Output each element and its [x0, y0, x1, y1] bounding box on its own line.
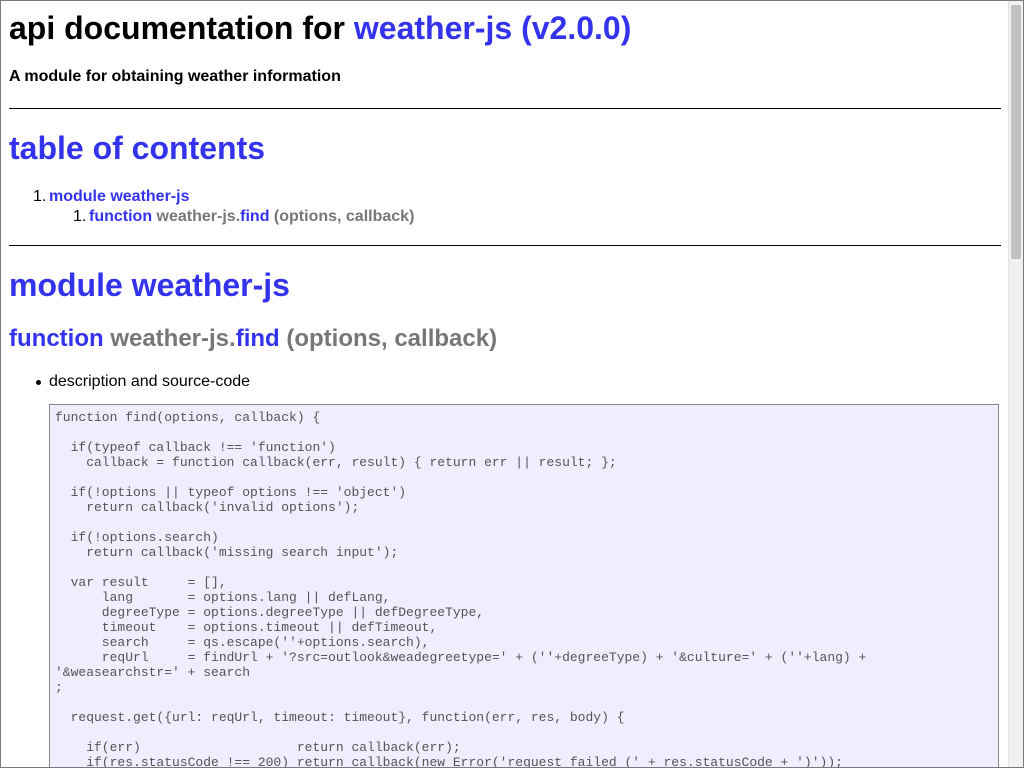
function-name-link[interactable]: find: [236, 325, 280, 352]
toc-function-owner: weather-js.: [156, 208, 241, 225]
function-details-list: description and source-code: [9, 373, 250, 391]
toc-sublist: 1. function weather-js.find (options, ca…: [49, 207, 414, 227]
page-content: api documentation for weather-js (v2.0.0…: [9, 1, 1001, 767]
function-args: (options, callback): [286, 325, 498, 352]
vertical-scrollbar[interactable]: [1008, 1, 1023, 767]
toc-link-function-find[interactable]: function weather-js.find (options, callb…: [89, 208, 414, 225]
source-code-block[interactable]: function find(options, callback) { if(ty…: [49, 404, 999, 767]
source-code: function find(options, callback) { if(ty…: [55, 410, 867, 767]
divider-1: [9, 108, 1001, 109]
bullet-icon: [36, 380, 41, 385]
toc-function-name: find: [240, 208, 270, 225]
toc-link-module-weather-js[interactable]: module weather-js: [49, 188, 189, 205]
module-heading: module weather-js: [9, 267, 290, 303]
function-keyword-link[interactable]: function: [9, 325, 104, 352]
toc-item-number: 1.: [33, 188, 47, 205]
page-title: api documentation for weather-js (v2.0.0…: [9, 9, 631, 47]
page-title-prefix: api documentation for: [9, 10, 345, 46]
list-item: description and source-code: [9, 373, 250, 391]
toc-item-module: 1. module weather-js 1. function weather…: [9, 187, 414, 227]
toc-heading: table of contents: [9, 130, 266, 166]
toc-function-args: (options, callback): [273, 208, 415, 225]
toc-subitem-number: 1.: [73, 208, 87, 225]
toc-list: 1. module weather-js 1. function weather…: [9, 187, 414, 227]
toc-item-function-find: 1. function weather-js.find (options, ca…: [9, 207, 414, 227]
browser-viewport: api documentation for weather-js (v2.0.0…: [0, 0, 1024, 768]
package-link[interactable]: weather-js (v2.0.0): [354, 10, 631, 46]
function-heading: function weather-js.find (options, callb…: [9, 324, 497, 354]
toc-function-keyword: function: [89, 208, 153, 225]
bullet-label: description and source-code: [49, 373, 251, 390]
function-owner: weather-js.: [110, 325, 236, 352]
scrollbar-thumb[interactable]: [1011, 5, 1021, 259]
divider-2: [9, 245, 1001, 246]
package-description: A module for obtaining weather informati…: [9, 68, 341, 85]
